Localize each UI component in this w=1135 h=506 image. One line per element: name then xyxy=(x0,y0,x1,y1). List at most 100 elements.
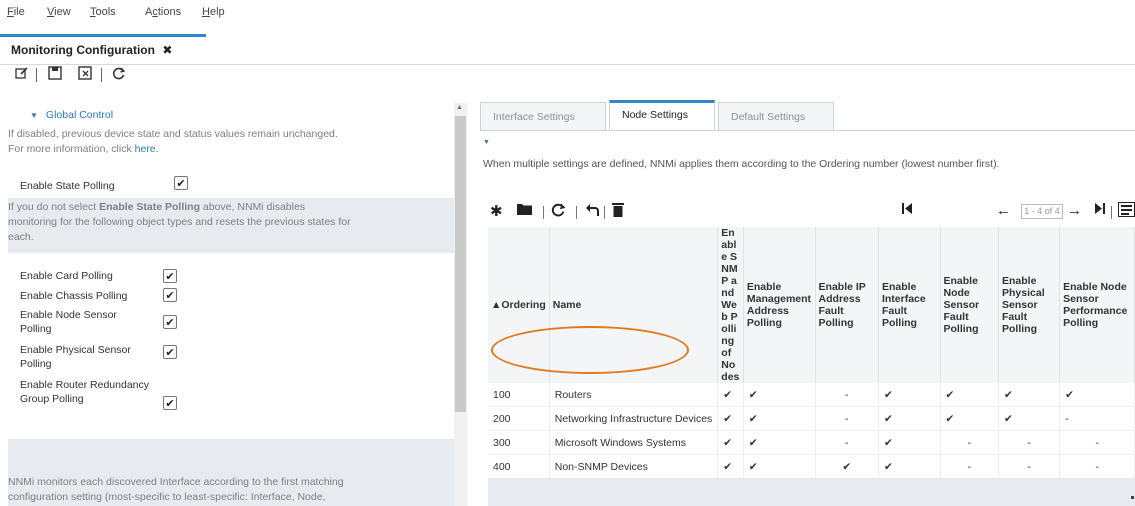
table-toolbar: ✱ ← 1 - 4 of 4 → xyxy=(480,200,1135,224)
scroll-up-arrow-icon[interactable]: ▲ xyxy=(456,104,463,111)
tab-label: Monitoring Configuration xyxy=(11,43,155,57)
new-asterisk-icon[interactable]: ✱ xyxy=(490,202,503,220)
enable-node-sensor-polling-checkbox[interactable]: ✔ xyxy=(163,315,177,329)
row-value: ✔ xyxy=(998,406,1061,431)
enable-router-redundancy-polling-checkbox[interactable]: ✔ xyxy=(163,396,177,410)
scrollbar-thumb[interactable] xyxy=(455,116,466,412)
row-value: - xyxy=(815,406,879,431)
menu-actions[interactable]: Actions xyxy=(145,6,181,18)
row-ordering: 300 xyxy=(488,430,550,455)
row-name: Non-SNMP Devices xyxy=(549,454,719,478)
row-value: - xyxy=(940,430,999,455)
first-page-icon[interactable] xyxy=(901,202,913,219)
global-control-header[interactable]: ▼ Global Control xyxy=(30,109,113,121)
previous-page-icon[interactable]: ← xyxy=(996,202,1011,219)
ordering-note: When multiple settings are defined, NNMi… xyxy=(483,158,1000,170)
row-value: - xyxy=(1059,454,1135,478)
tab-node-settings[interactable]: Node Settings xyxy=(609,100,715,130)
menu-file[interactable]: File xyxy=(7,6,25,18)
refresh-icon[interactable] xyxy=(551,202,566,221)
toolbar-separator xyxy=(36,68,37,82)
row-value: - xyxy=(1059,430,1135,455)
next-page-icon[interactable]: → xyxy=(1067,202,1082,219)
delete-trash-icon[interactable] xyxy=(612,202,624,221)
tab-default-settings[interactable]: Default Settings xyxy=(718,102,834,130)
intro-text-line2: For more information, click here. xyxy=(8,143,159,155)
row-value: ✔ xyxy=(878,406,941,431)
refresh-icon[interactable] xyxy=(111,66,127,82)
row-value: ✔ xyxy=(743,430,816,455)
row-value: ✔ xyxy=(940,406,999,431)
enable-chassis-polling-checkbox[interactable]: ✔ xyxy=(163,288,177,302)
tab-interface-settings[interactable]: Interface Settings xyxy=(480,102,606,130)
row-value: ✔ xyxy=(998,383,1061,407)
enable-node-sensor-polling-label: Enable Node Sensor Polling xyxy=(20,309,117,335)
highlight-ellipse xyxy=(491,326,689,374)
row-ordering: 100 xyxy=(488,383,550,407)
table-row[interactable]: 300 Microsoft Windows Systems ✔ ✔ - ✔ - … xyxy=(488,430,1135,455)
row-value: ✔ xyxy=(1059,383,1135,407)
row-value: ✔ xyxy=(878,383,941,407)
row-name: Routers xyxy=(549,383,719,407)
toolbar-separator xyxy=(543,206,544,219)
save-icon[interactable] xyxy=(47,66,63,82)
row-name: Networking Infrastructure Devices xyxy=(549,406,719,431)
row-name: Microsoft Windows Systems xyxy=(549,430,719,455)
column-chooser-icon[interactable] xyxy=(1118,202,1135,221)
row-ordering: 400 xyxy=(488,454,550,478)
enable-card-polling-label: Enable Card Polling xyxy=(20,270,113,282)
tab-monitoring-configuration[interactable]: Monitoring Configuration ✖ xyxy=(0,34,206,62)
row-value: ✔ xyxy=(878,454,941,478)
row-value: ✔ xyxy=(743,406,816,431)
column-header-snmp-web-polling[interactable]: Enable SNMP and Web Polling of Nodes xyxy=(717,227,744,383)
enable-physical-sensor-polling-checkbox[interactable]: ✔ xyxy=(163,345,177,359)
table-row[interactable]: 200 Networking Infrastructure Devices ✔ … xyxy=(488,406,1135,431)
row-value: - xyxy=(1059,406,1135,431)
help-link[interactable]: here xyxy=(135,143,156,155)
table-row[interactable]: 100 Routers ✔ ✔ - ✔ ✔ ✔ ✔ xyxy=(488,383,1135,407)
enable-physical-sensor-polling-label: Enable Physical Sensor Polling xyxy=(20,344,131,370)
enable-chassis-polling-label: Enable Chassis Polling xyxy=(20,290,128,302)
collapse-arrow-icon[interactable]: ▼ xyxy=(483,139,490,146)
column-header-node-sensor-performance-polling[interactable]: Enable Node Sensor Performance Polling xyxy=(1059,227,1135,383)
subtab-divider xyxy=(480,130,1135,131)
intro-text-line1: If disabled, previous device state and s… xyxy=(8,128,338,140)
last-page-icon[interactable] xyxy=(1094,202,1106,219)
column-header-ip-fault-polling[interactable]: Enable IP Address Fault Polling xyxy=(815,227,879,383)
edge-marker xyxy=(1131,496,1134,499)
table-row[interactable]: 400 Non-SNMP Devices ✔ ✔ ✔ ✔ - - - xyxy=(488,454,1135,478)
row-value: - xyxy=(998,430,1061,455)
enable-card-polling-checkbox[interactable]: ✔ xyxy=(163,269,177,283)
undo-icon[interactable] xyxy=(585,202,600,221)
open-folder-icon[interactable] xyxy=(517,202,532,219)
column-header-interface-fault-polling[interactable]: Enable Interface Fault Polling xyxy=(878,227,941,383)
enable-state-polling-checkbox[interactable]: ✔ xyxy=(174,176,188,190)
row-value: ✔ xyxy=(940,383,999,407)
row-value: ✔ xyxy=(815,454,879,478)
note-text-line3: each. xyxy=(8,231,34,243)
row-value: - xyxy=(940,454,999,478)
save-close-icon[interactable] xyxy=(77,66,93,82)
column-header-physical-sensor-fault-polling[interactable]: Enable Physical Sensor Fault Polling xyxy=(998,227,1061,383)
enable-router-redundancy-polling-label: Enable Router Redundancy Group Polling xyxy=(20,379,150,405)
column-header-mgmt-address-polling[interactable]: Enable Management Address Polling xyxy=(743,227,816,383)
bottom-text-line2: configuration setting (most-specific to … xyxy=(8,491,326,503)
menu-help[interactable]: Help xyxy=(202,6,225,18)
settings-panel: Interface Settings Node Settings Default… xyxy=(480,97,1135,506)
toolbar-separator xyxy=(576,206,577,219)
row-value: - xyxy=(815,430,879,455)
row-value: ✔ xyxy=(717,406,744,431)
column-header-node-sensor-fault-polling[interactable]: Enable Node Sensor Fault Polling xyxy=(940,227,999,383)
menu-view[interactable]: View xyxy=(47,6,71,18)
row-value: ✔ xyxy=(743,454,816,478)
menu-tools[interactable]: Tools xyxy=(90,6,116,18)
note-text-line2: monitoring for the following object type… xyxy=(8,216,351,228)
close-icon[interactable]: ✖ xyxy=(162,43,172,57)
row-ordering: 200 xyxy=(488,406,550,431)
row-value: ✔ xyxy=(717,430,744,455)
menu-bar: File View Tools Actions Help xyxy=(0,0,1135,26)
edit-icon[interactable] xyxy=(14,66,30,82)
toolbar-separator xyxy=(1111,206,1112,219)
bottom-text-line1: NNMi monitors each discovered Interface … xyxy=(8,476,344,488)
row-value: ✔ xyxy=(878,430,941,455)
